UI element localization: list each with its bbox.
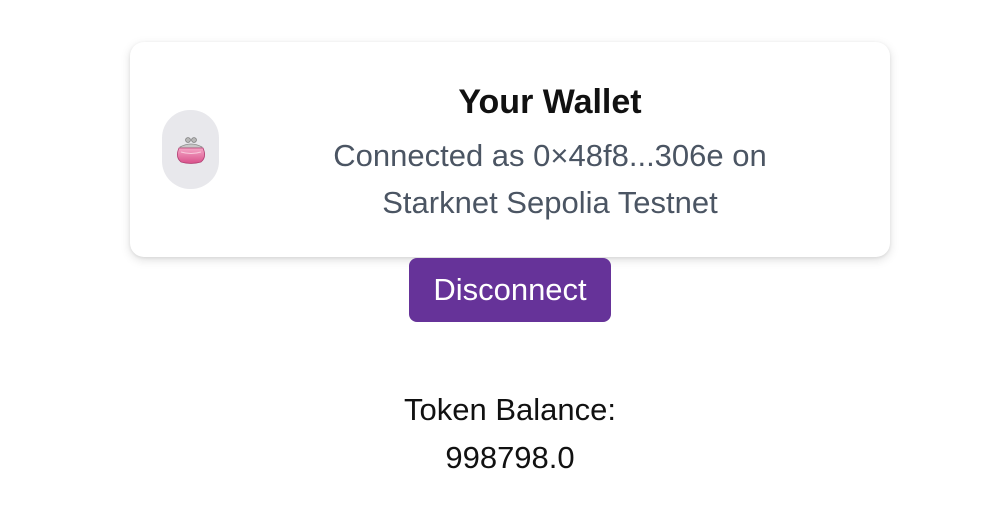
network-name-line: Starknet Sepolia Testnet: [382, 185, 718, 220]
token-balance-label: Token Balance:: [404, 392, 616, 427]
token-balance: Token Balance: 998798.0: [352, 386, 668, 482]
wallet-title: Your Wallet: [458, 83, 642, 121]
purse-icon: [176, 136, 205, 164]
disconnect-button[interactable]: Disconnect: [409, 258, 611, 322]
token-balance-value: 998798.0: [445, 440, 575, 475]
wallet-info: Your Wallet Connected as 0×48f8...306e o…: [290, 80, 810, 226]
wallet-avatar: [162, 110, 219, 189]
connected-address-line: Connected as 0×48f8...306e on: [333, 138, 767, 173]
wallet-card: Your Wallet Connected as 0×48f8...306e o…: [130, 42, 890, 257]
wallet-connection-status: Connected as 0×48f8...306e on Starknet S…: [290, 132, 810, 226]
